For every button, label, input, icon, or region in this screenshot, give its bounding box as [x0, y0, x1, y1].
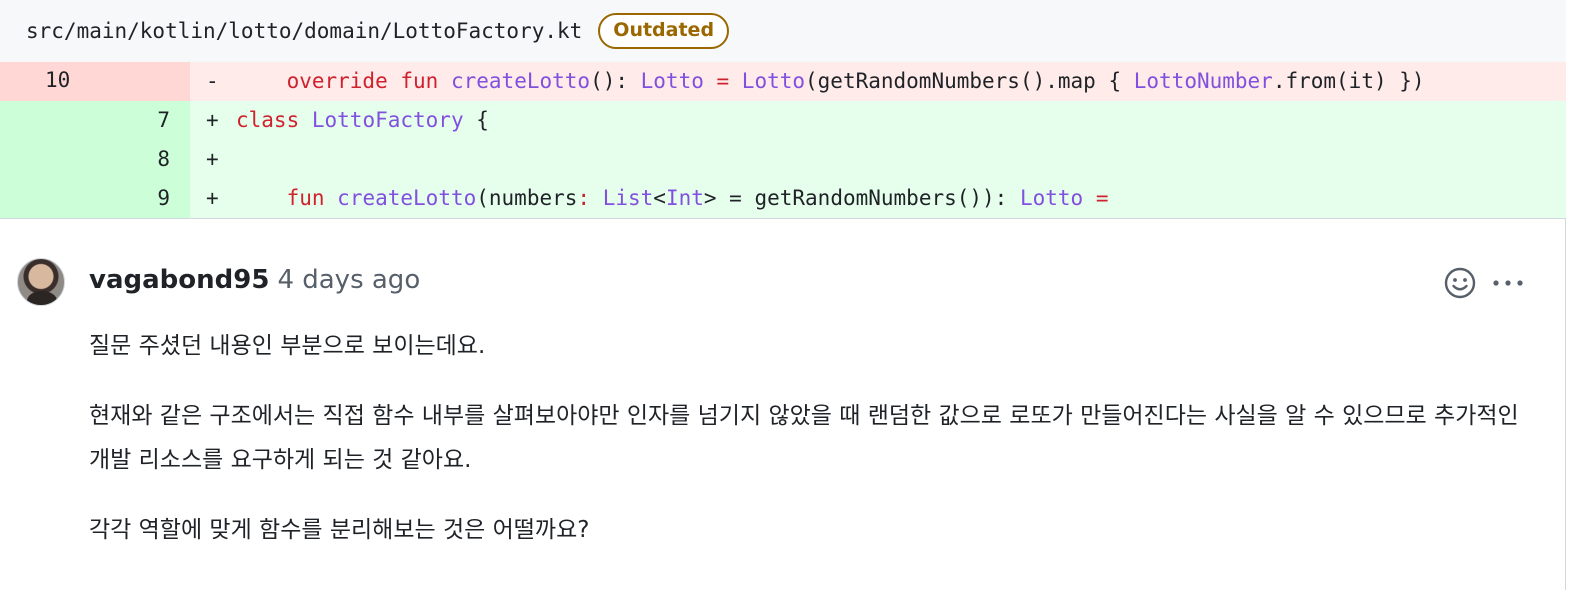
code-token: Lotto — [1019, 186, 1084, 210]
diff-marker: - — [206, 69, 219, 93]
code-token: Lotto — [640, 69, 704, 93]
new-line-number[interactable]: 7 — [157, 101, 170, 140]
new-line-number[interactable]: 9 — [157, 179, 170, 218]
diff-marker: + — [206, 147, 219, 171]
code-line: class LottoFactory { — [236, 101, 489, 140]
code-token: fun — [286, 186, 325, 210]
comment-paragraph: 질문 주셨던 내용인 부분으로 보이는데요. — [89, 333, 486, 359]
code-line: fun createLotto(numbers: List<Int> = get… — [236, 179, 1109, 218]
code-token: (numbers — [476, 186, 578, 210]
diff-line-added: 8 + — [0, 140, 1566, 179]
code-token: (): — [590, 69, 641, 93]
old-line-number[interactable]: 10 — [45, 62, 70, 99]
comment-paragraph: 각각 역할에 맞게 함수를 분리해보는 것은 어떨까요? — [89, 517, 590, 543]
code-token: { — [463, 108, 489, 132]
new-line-number[interactable]: 8 — [157, 140, 170, 179]
code-token: Int — [665, 186, 704, 210]
code-token: (getRandomNumbers().map { — [805, 69, 1134, 93]
code-token: Lotto — [741, 69, 806, 93]
line-number-gutter: 10 — [0, 62, 190, 101]
outdated-badge: Outdated — [598, 13, 730, 49]
diff-line-added: 7 + class LottoFactory { — [0, 101, 1566, 140]
code-token: override — [286, 69, 388, 93]
code-token: = — [703, 69, 742, 93]
diff-marker: + — [206, 186, 219, 210]
code-token: : — [577, 186, 591, 210]
smiley-icon — [1444, 267, 1476, 299]
diff-marker: + — [206, 108, 219, 132]
file-header: src/main/kotlin/lotto/domain/LottoFactor… — [0, 0, 1566, 62]
line-number-gutter: 9 — [0, 179, 190, 218]
review-thread: src/main/kotlin/lotto/domain/LottoFactor… — [0, 0, 1566, 590]
diff-line-deleted: 10 - override fun createLotto(): Lotto = … — [0, 62, 1566, 101]
code-token: LottoFactory — [311, 108, 464, 132]
add-reaction-button[interactable] — [1442, 265, 1478, 301]
comment-timestamp-link[interactable]: 4 days ago — [277, 265, 420, 295]
comment-author-link[interactable]: vagabond95 — [89, 265, 269, 295]
comment-body: 질문 주셨던 내용인 부분으로 보이는데요. 현재와 같은 구조에서는 직접 함… — [89, 324, 1529, 578]
comment-options-button[interactable] — [1490, 268, 1526, 298]
code-token: fun — [400, 69, 439, 93]
code-token: < — [653, 186, 666, 210]
code-token: = — [1083, 186, 1109, 210]
diff-table: 10 - override fun createLotto(): Lotto = … — [0, 62, 1566, 219]
code-token: createLotto — [337, 186, 477, 210]
code-token: LottoNumber — [1133, 69, 1273, 93]
code-token: List — [602, 186, 654, 210]
code-token: createLotto — [450, 69, 591, 93]
diff-line-added: 9 + fun createLotto(numbers: List<Int> = … — [0, 179, 1566, 218]
file-path-link[interactable]: src/main/kotlin/lotto/domain/LottoFactor… — [26, 19, 582, 43]
line-number-gutter: 7 — [0, 101, 190, 140]
kebab-horizontal-icon — [1493, 280, 1523, 286]
code-token: .from(it) }) — [1272, 69, 1425, 93]
line-number-gutter: 8 — [0, 140, 190, 179]
code-token: > = getRandomNumbers()): — [703, 186, 1020, 210]
comment-header: vagabond95 4 days ago — [89, 262, 420, 298]
comment-paragraph: 현재와 같은 구조에서는 직접 함수 내부를 살펴보아야만 인자를 넘기지 않았… — [89, 403, 1519, 473]
code-token: class — [236, 108, 300, 132]
avatar[interactable] — [17, 258, 65, 306]
code-line: override fun createLotto(): Lotto = Lott… — [236, 62, 1425, 101]
